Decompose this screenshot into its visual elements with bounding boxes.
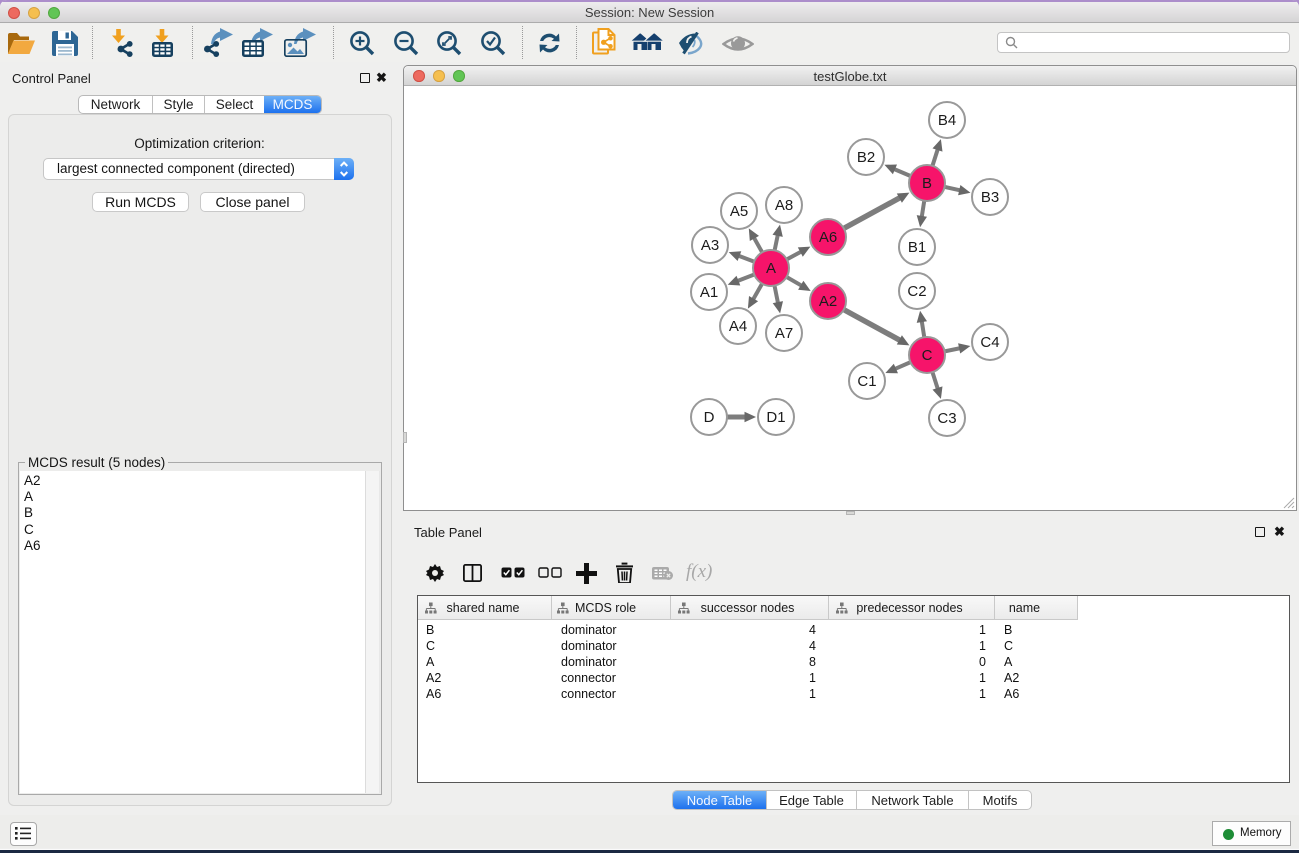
svg-text:A7: A7 xyxy=(775,325,793,342)
svg-text:C4: C4 xyxy=(980,334,999,351)
svg-text:A1: A1 xyxy=(700,284,718,301)
svg-text:B1: B1 xyxy=(908,239,926,256)
svg-text:C3: C3 xyxy=(937,410,956,427)
svg-text:B4: B4 xyxy=(938,112,956,129)
svg-text:C2: C2 xyxy=(907,283,926,300)
svg-text:D: D xyxy=(704,409,715,426)
svg-text:A2: A2 xyxy=(819,293,837,310)
svg-text:B2: B2 xyxy=(857,149,875,166)
svg-text:B3: B3 xyxy=(981,189,999,206)
svg-text:A8: A8 xyxy=(775,197,793,214)
svg-text:C1: C1 xyxy=(857,373,876,390)
svg-text:D1: D1 xyxy=(766,409,785,426)
svg-text:A4: A4 xyxy=(729,318,747,335)
svg-text:A6: A6 xyxy=(819,229,837,246)
svg-text:A3: A3 xyxy=(701,237,719,254)
svg-text:A5: A5 xyxy=(730,203,748,220)
svg-text:C: C xyxy=(922,347,933,364)
svg-text:B: B xyxy=(922,175,932,192)
svg-text:A: A xyxy=(766,260,776,277)
